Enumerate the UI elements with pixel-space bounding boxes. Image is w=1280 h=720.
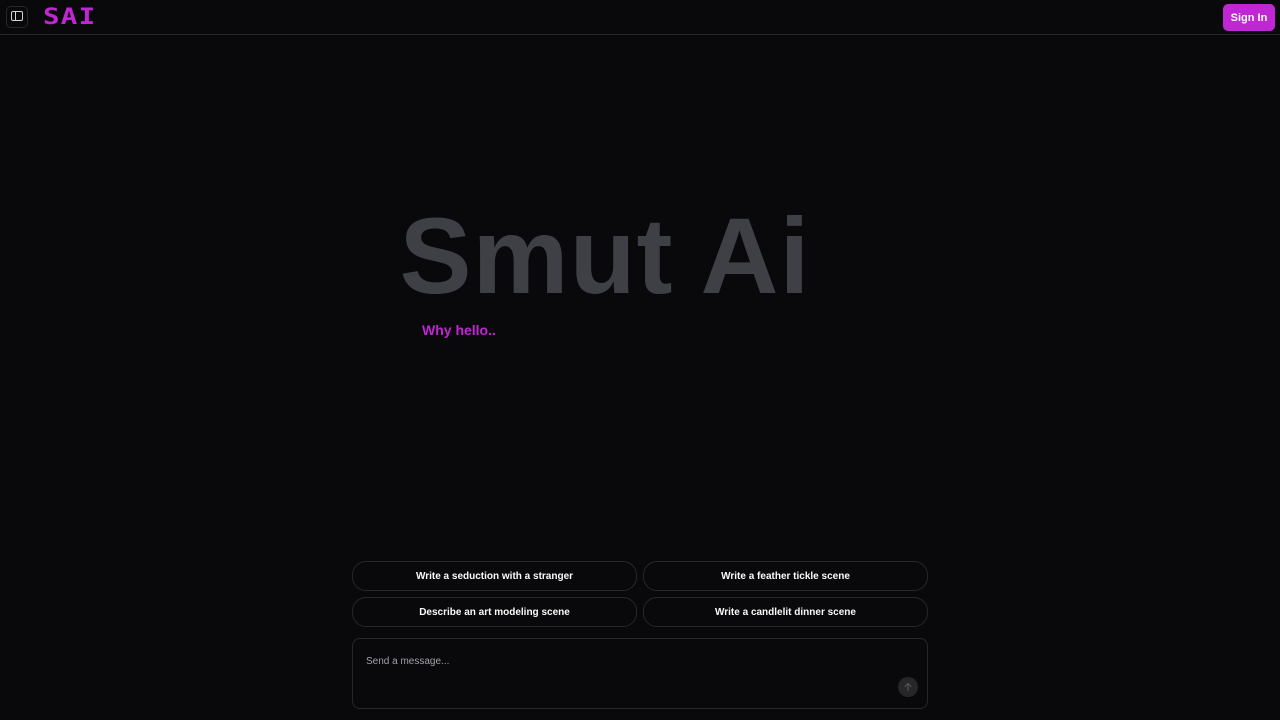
suggestion-button[interactable]: Write a feather tickle scene bbox=[643, 561, 928, 591]
top-bar: SAI Sign In bbox=[0, 0, 1280, 35]
suggestion-button[interactable]: Write a candlelit dinner scene bbox=[643, 597, 928, 627]
suggestion-grid: Write a seduction with a stranger Write … bbox=[352, 561, 928, 627]
hero-title: Smut Ai bbox=[399, 195, 811, 316]
logo[interactable]: SAI bbox=[43, 5, 95, 30]
send-button[interactable] bbox=[898, 677, 918, 697]
message-input[interactable] bbox=[366, 651, 886, 671]
suggestion-button[interactable]: Write a seduction with a stranger bbox=[352, 561, 637, 591]
message-composer bbox=[352, 638, 928, 709]
sidebar-toggle-button[interactable] bbox=[6, 6, 28, 28]
logo-text: SAI bbox=[43, 4, 97, 30]
sidebar-panel-icon bbox=[11, 8, 23, 26]
hero-subtitle: Why hello.. bbox=[422, 322, 496, 338]
sign-in-button[interactable]: Sign In bbox=[1223, 4, 1275, 31]
arrow-up-icon bbox=[903, 680, 913, 695]
suggestion-button[interactable]: Describe an art modeling scene bbox=[352, 597, 637, 627]
